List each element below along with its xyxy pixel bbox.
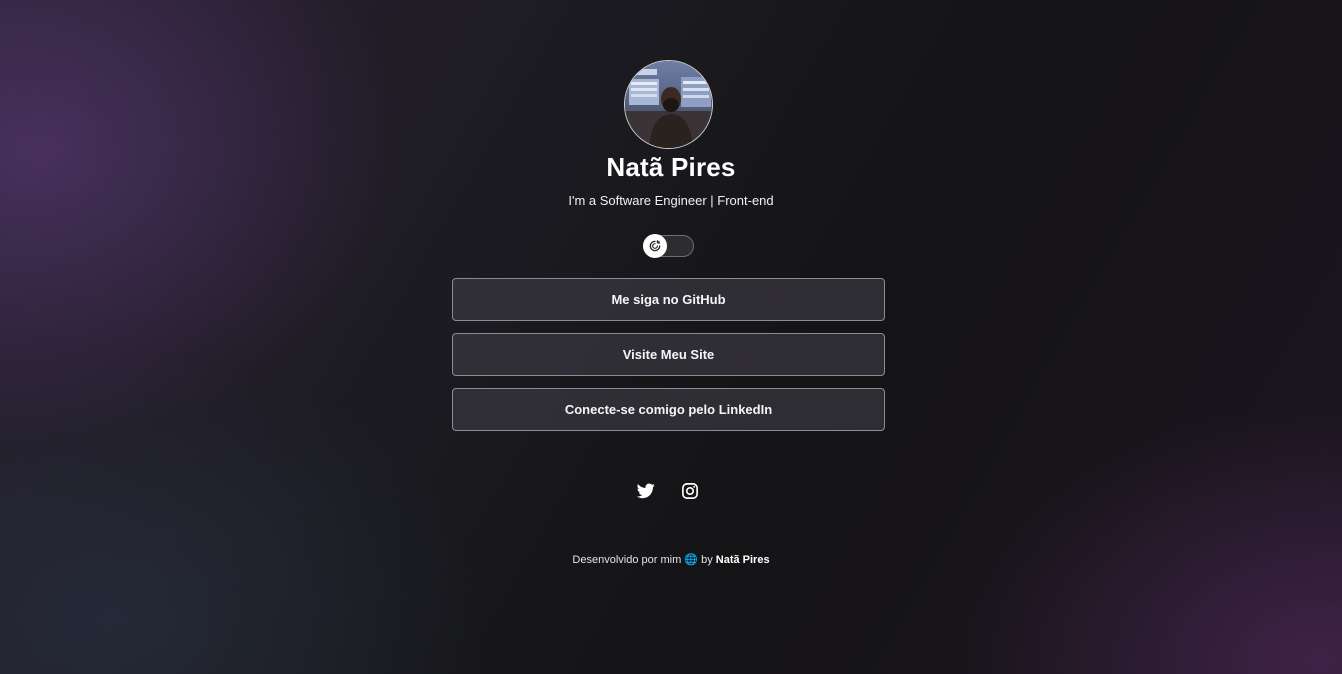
profile-tagline: I'm a Software Engineer | Front-end [568,193,774,208]
toggle-knob[interactable] [643,234,667,258]
moon-sun-icon [649,240,661,252]
instagram-icon[interactable] [680,481,700,501]
footer: Desenvolvido por mim 🌐 by Natã Pires [0,553,1342,566]
website-link-button[interactable]: Visite Meu Site [452,333,885,376]
theme-toggle[interactable] [643,234,694,258]
twitter-icon[interactable] [636,481,656,501]
profile-name: Natã Pires [606,152,736,182]
globe-icon: 🌐 [684,554,699,566]
profile-page: Natã Pires I'm a Software Engineer | Fro… [0,0,1342,674]
avatar-photo [625,61,712,148]
avatar [624,60,713,149]
footer-author: Natã Pires [715,554,770,566]
linkedin-link-button[interactable]: Conecte-se comigo pelo LinkedIn [452,388,885,431]
footer-text: Desenvolvido por mim [572,554,682,566]
github-link-button[interactable]: Me siga no GitHub [452,278,885,321]
footer-by: by [701,554,713,566]
